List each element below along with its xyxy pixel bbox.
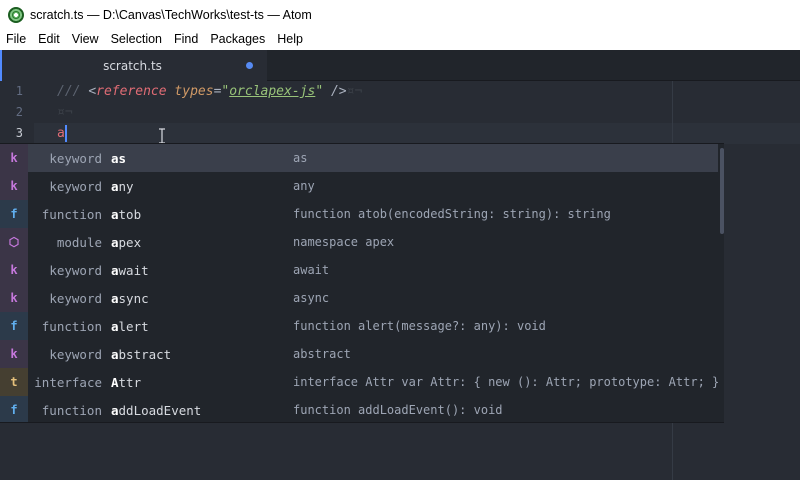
autocomplete-item-label: alert (111, 319, 149, 334)
autocomplete-item-type: function (41, 206, 102, 222)
autocomplete-item-description: any (293, 179, 315, 193)
autocomplete-item-type: module (56, 234, 102, 250)
autocomplete-list[interactable]: k keyword as as k keyword any any f function atob f… (0, 143, 724, 423)
menu-packages[interactable]: Packages (204, 29, 271, 50)
autocomplete-item-label: async (111, 291, 149, 306)
tab-scratch-ts[interactable]: scratch.ts (0, 50, 267, 81)
autocomplete-item-description: async (293, 291, 330, 305)
autocomplete-rest-text: tob (118, 206, 142, 222)
autocomplete-item-label: as (111, 151, 126, 166)
ibeam-cursor-icon (158, 128, 166, 144)
autocomplete-item[interactable]: f function alert function alert(message?: a… (0, 312, 718, 340)
atom-logo-icon (8, 6, 24, 23)
autocomplete-item-description: function addLoadEvent(): void (293, 403, 503, 417)
autocomplete-match-text: a (111, 290, 119, 306)
menu-view[interactable]: View (66, 29, 105, 50)
line-number: 1 (15, 84, 23, 98)
menu-file[interactable]: File (0, 29, 32, 50)
menu-edit[interactable]: Edit (32, 29, 66, 50)
eol-marker: ¤¬ (346, 84, 363, 99)
autocomplete-item-label: any (111, 179, 134, 194)
autocomplete-item-type: interface (34, 374, 102, 390)
autocomplete-match-text: a (111, 262, 119, 278)
punct-token: < (88, 84, 97, 99)
autocomplete-rest-text: wait (118, 262, 149, 278)
autocomplete-item-description: interface Attr var Attr: { new (): Attr;… (293, 375, 720, 389)
autocomplete-item-label: abstract (111, 347, 171, 362)
punct-token: /> (323, 84, 347, 99)
autocomplete-match-text: A (111, 374, 119, 390)
eol-marker: ¤¬ (57, 105, 73, 120)
autocomplete-item[interactable]: t interface Attr interface Attr var Attr: {… (0, 368, 720, 396)
autocomplete-item-type: function (41, 402, 102, 418)
autocomplete-item[interactable]: f function atob function atob(encodedString… (0, 200, 718, 228)
comment-token: /// (57, 84, 89, 99)
line-number: 3 (15, 126, 23, 140)
autocomplete-match-text: a (111, 318, 119, 334)
autocomplete-item-description: abstract (293, 347, 351, 361)
autocomplete-match-text: a (111, 346, 119, 362)
tag-token: reference (96, 84, 167, 99)
autocomplete-item[interactable]: f function addLoadEvent function addLoadEve… (0, 396, 718, 422)
autocomplete-item[interactable]: ⬡ module apex namespace apex (0, 228, 718, 256)
autocomplete-item[interactable]: k keyword async async (0, 284, 718, 312)
attr-token: types (174, 84, 214, 99)
autocomplete-rest-text: ny (118, 178, 134, 194)
autocomplete-match-text: a (111, 402, 119, 418)
autocomplete-match-text: as (111, 150, 127, 166)
autocomplete-item[interactable]: k keyword any any (0, 172, 718, 200)
autocomplete-item-label: apex (111, 235, 141, 250)
autocomplete-item-type: keyword (49, 150, 102, 166)
autocomplete-scrollbar-track[interactable] (718, 144, 724, 422)
autocomplete-item-label: atob (111, 207, 141, 222)
menu-find[interactable]: Find (168, 29, 204, 50)
autocomplete-item-description: await (293, 263, 330, 277)
autocomplete-item-description: as (293, 151, 308, 165)
autocomplete-item-label: Attr (111, 375, 141, 390)
current-line-highlight (34, 123, 800, 144)
autocomplete-item-type: function (41, 318, 102, 334)
autocomplete-rest-text: ddLoadEvent (118, 402, 202, 418)
autocomplete-item-label: await (111, 263, 149, 278)
autocomplete-item[interactable]: k keyword as as (0, 144, 718, 172)
autocomplete-item[interactable]: k keyword await await (0, 256, 718, 284)
autocomplete-match-text: a (111, 206, 119, 222)
modified-indicator-icon[interactable] (246, 62, 253, 69)
autocomplete-match-text: a (111, 178, 119, 194)
line-number: 2 (15, 105, 23, 119)
autocomplete-item-type: keyword (49, 290, 102, 306)
autocomplete-item-description: namespace apex (293, 235, 395, 249)
quote-token: " (315, 84, 324, 99)
code-line[interactable]: ¤¬ (57, 102, 73, 123)
autocomplete-rest-text: sync (118, 290, 149, 306)
autocomplete-match-text: a (111, 234, 119, 250)
text-cursor (65, 125, 67, 142)
code-text: a (57, 126, 65, 141)
autocomplete-item[interactable]: k keyword abstract abstract (0, 340, 718, 368)
autocomplete-rest-text: bstract (118, 346, 172, 362)
autocomplete-item-label: addLoadEvent (111, 403, 201, 418)
tab-label: scratch.ts (103, 58, 162, 73)
tab-bar: scratch.ts (0, 50, 800, 81)
menu-help[interactable]: Help (271, 29, 309, 50)
autocomplete-rest-text: lert (118, 318, 149, 334)
autocomplete-item-type: keyword (49, 346, 102, 362)
code-line[interactable]: /// <reference types="orclapex-js" />¤¬ (57, 81, 362, 102)
menu-selection[interactable]: Selection (105, 29, 168, 50)
autocomplete-item-type: keyword (49, 178, 102, 194)
window-title: scratch.ts — D:\Canvas\TechWorks\test-ts… (30, 7, 312, 22)
code-line[interactable]: a (57, 123, 65, 144)
menu-bar: File Edit View Selection Find Packages H… (0, 29, 800, 50)
autocomplete-rest-text: pex (118, 234, 142, 250)
autocomplete-item-description: function alert(message?: any): void (293, 319, 546, 333)
autocomplete-item-type: keyword (49, 262, 102, 278)
autocomplete-rest-text: ttr (118, 374, 142, 390)
title-bar: scratch.ts — D:\Canvas\TechWorks\test-ts… (0, 0, 800, 29)
string-token: orclapex-js (229, 84, 316, 99)
autocomplete-item-description: function atob(encodedString: string): st… (293, 207, 611, 221)
autocomplete-scrollbar-thumb[interactable] (720, 148, 724, 234)
